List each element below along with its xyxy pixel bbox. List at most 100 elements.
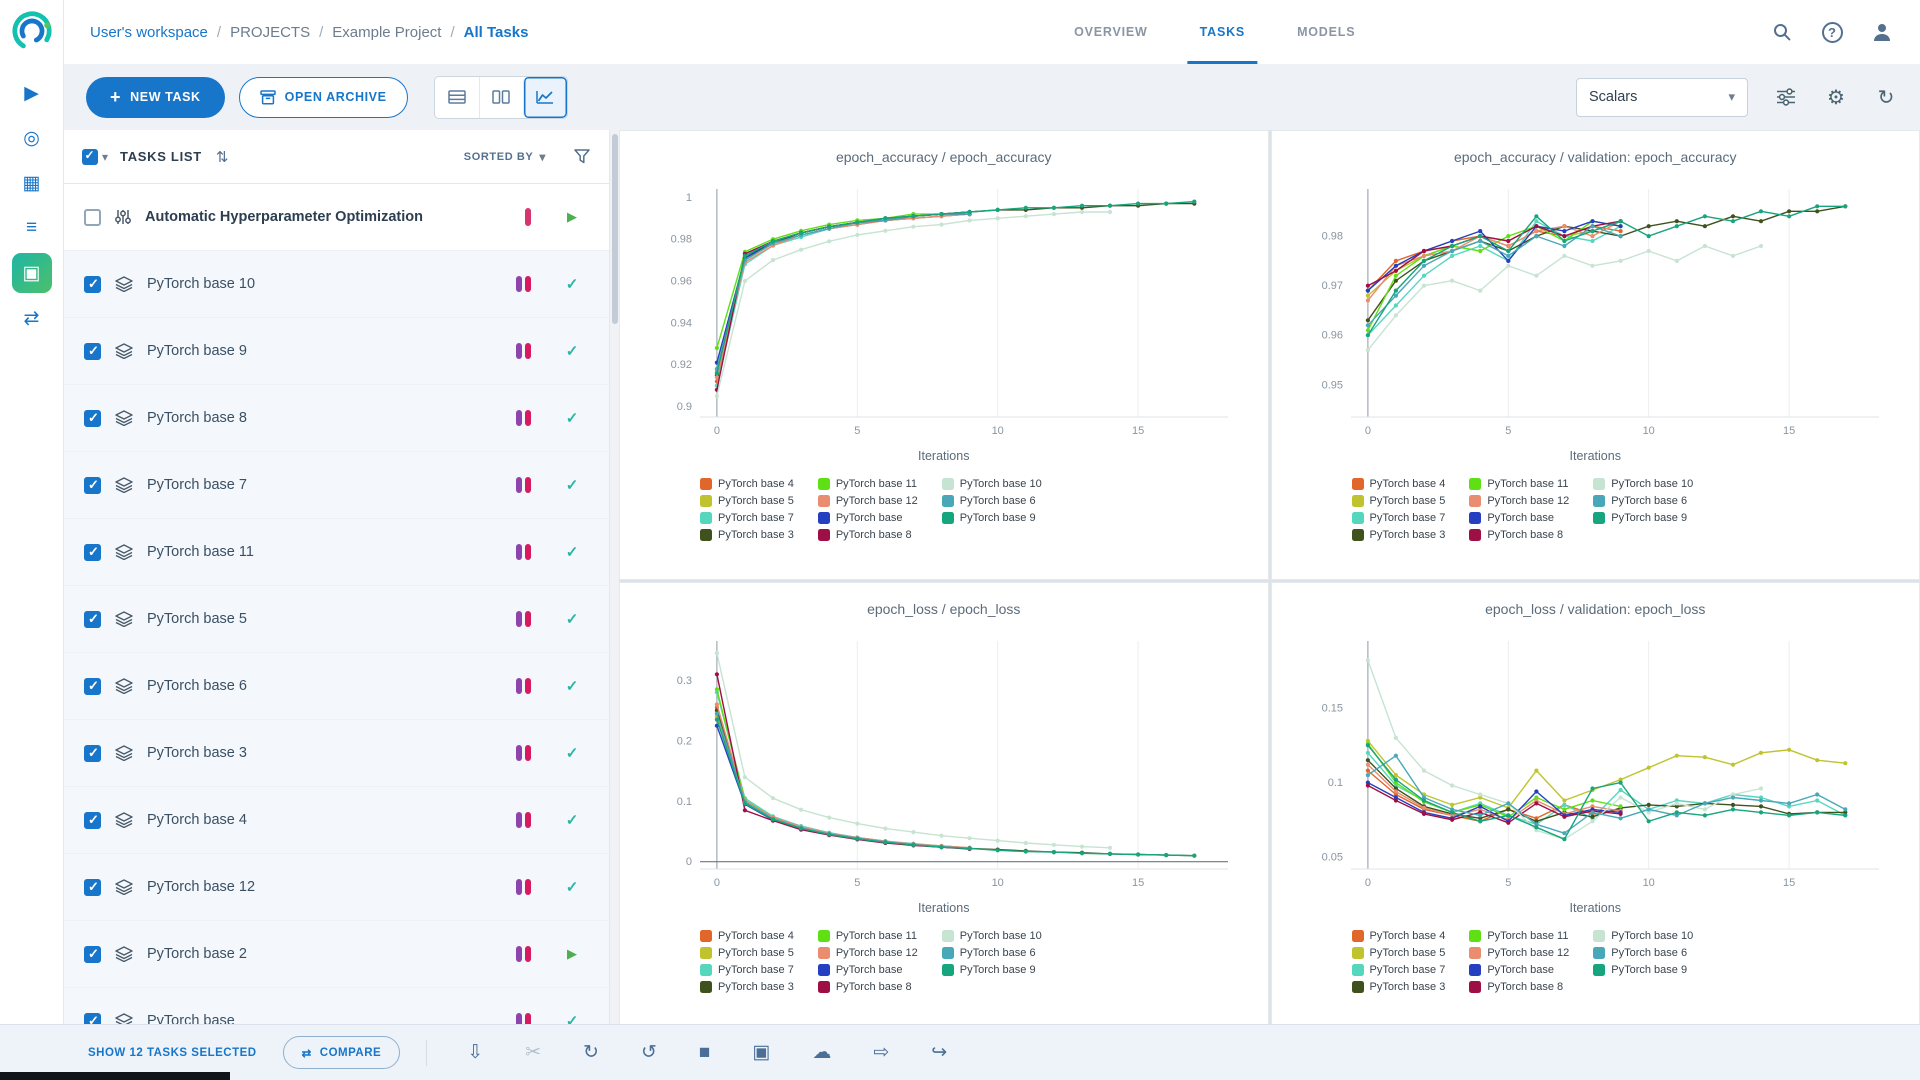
legend-item[interactable]: PyTorch base 3 <box>1351 526 1445 543</box>
task-row[interactable]: Automatic Hyperparameter Optimization ▶ <box>64 184 609 251</box>
legend-item[interactable]: PyTorch base 8 <box>1469 978 1569 995</box>
publish-icon[interactable]: ☁ <box>812 1041 831 1064</box>
legend-item[interactable]: PyTorch base 7 <box>1351 961 1445 978</box>
settings-gear-icon[interactable]: ⚙ <box>1824 85 1848 109</box>
chart-plot[interactable]: 0 5 10 15 0.95 0.96 0.97 0.98 <box>1295 177 1895 447</box>
legend-item[interactable]: PyTorch base 10 <box>1593 927 1693 944</box>
task-checkbox[interactable] <box>84 1012 101 1024</box>
legend-item[interactable]: PyTorch base <box>817 961 918 978</box>
dashboard-icon[interactable]: ◎ <box>12 118 52 158</box>
abort-icon[interactable]: ■ <box>699 1042 710 1064</box>
legend-item[interactable]: PyTorch base 8 <box>817 978 918 995</box>
reports-icon[interactable]: ▦ <box>12 163 52 203</box>
task-checkbox[interactable] <box>84 409 101 427</box>
legend-item[interactable]: PyTorch base 6 <box>941 492 1042 509</box>
task-row[interactable]: PyTorch base 9 ✓ <box>64 318 609 385</box>
legend-item[interactable]: PyTorch base 11 <box>817 475 918 492</box>
breadcrumb-item[interactable]: User's workspace <box>90 24 208 41</box>
legend-item[interactable]: PyTorch base 10 <box>941 475 1042 492</box>
legend-item[interactable]: PyTorch base <box>1469 961 1569 978</box>
new-task-button[interactable]: + NEW TASK <box>86 76 225 118</box>
user-avatar[interactable] <box>1870 20 1894 44</box>
breadcrumb-item[interactable]: All Tasks <box>464 24 529 41</box>
chart-plot[interactable]: 0 5 10 15 0.9 0.92 0.94 0.96 0.98 1 <box>644 177 1244 447</box>
task-row[interactable]: PyTorch base 3 ✓ <box>64 720 609 787</box>
task-checkbox[interactable] <box>84 342 101 360</box>
scrollbar-thumb[interactable] <box>612 134 618 324</box>
legend-item[interactable]: PyTorch base 3 <box>700 978 794 995</box>
chart-plot[interactable]: 0 5 10 15 0.05 0.1 0.15 <box>1295 629 1895 899</box>
filter-icon[interactable] <box>574 149 591 164</box>
legend-item[interactable]: PyTorch base 3 <box>1351 978 1445 995</box>
legend-item[interactable]: PyTorch base 12 <box>1469 492 1569 509</box>
task-row[interactable]: PyTorch base 12 ✓ <box>64 854 609 921</box>
legend-item[interactable]: PyTorch base 7 <box>700 509 794 526</box>
legend-item[interactable]: PyTorch base 8 <box>817 526 918 543</box>
open-archive-button[interactable]: OPEN ARCHIVE <box>238 76 408 118</box>
task-checkbox[interactable] <box>84 208 101 226</box>
metric-variant-select[interactable]: Scalars ▾ <box>1576 77 1748 117</box>
legend-item[interactable]: PyTorch base 12 <box>1469 944 1569 961</box>
task-row[interactable]: PyTorch base 4 ✓ <box>64 787 609 854</box>
task-row[interactable]: PyTorch base 7 ✓ <box>64 452 609 519</box>
pipelines-icon[interactable]: ⇄ <box>12 298 52 338</box>
legend-item[interactable]: PyTorch base 12 <box>817 944 918 961</box>
task-row[interactable]: PyTorch base 10 ✓ <box>64 251 609 318</box>
graph-settings-icon[interactable] <box>1774 85 1798 109</box>
getting-started-icon[interactable]: ▶ <box>12 73 52 113</box>
legend-item[interactable]: PyTorch base 11 <box>1469 475 1569 492</box>
legend-item[interactable]: PyTorch base 9 <box>941 509 1042 526</box>
select-all-control[interactable]: ▾ <box>82 148 108 165</box>
task-checkbox[interactable] <box>84 677 101 695</box>
auto-refresh-icon[interactable]: ↻ <box>1874 85 1898 109</box>
task-row[interactable]: PyTorch base 8 ✓ <box>64 385 609 452</box>
legend-item[interactable]: PyTorch base 5 <box>700 492 794 509</box>
legend-item[interactable]: PyTorch base 6 <box>1593 492 1693 509</box>
task-checkbox[interactable] <box>84 744 101 762</box>
datasets-icon[interactable]: ≡ <box>12 208 52 248</box>
legend-item[interactable]: PyTorch base 6 <box>941 944 1042 961</box>
legend-item[interactable]: PyTorch base 5 <box>1351 944 1445 961</box>
legend-item[interactable]: PyTorch base 9 <box>941 961 1042 978</box>
legend-item[interactable]: PyTorch base 12 <box>817 492 918 509</box>
legend-item[interactable]: PyTorch base 7 <box>700 961 794 978</box>
tasks-scrollbar[interactable] <box>609 130 619 1024</box>
task-row[interactable]: PyTorch base 5 ✓ <box>64 586 609 653</box>
projects-icon[interactable]: ▣ <box>11 253 52 293</box>
select-all-checkbox[interactable] <box>82 148 98 165</box>
tab-tasks[interactable]: TASKS <box>1174 0 1271 64</box>
chart-plot[interactable]: 0 5 10 15 0 0.1 0.2 0.3 <box>644 629 1244 899</box>
task-checkbox[interactable] <box>84 543 101 561</box>
clearml-logo[interactable] <box>11 10 53 52</box>
task-checkbox[interactable] <box>84 476 101 494</box>
task-row[interactable]: PyTorch base 11 ✓ <box>64 519 609 586</box>
legend-item[interactable]: PyTorch base 9 <box>1593 961 1693 978</box>
task-checkbox[interactable] <box>84 945 101 963</box>
help-icon[interactable]: ? <box>1820 20 1844 44</box>
legend-item[interactable]: PyTorch base 5 <box>1351 492 1445 509</box>
task-checkbox[interactable] <box>84 878 101 896</box>
legend-item[interactable]: PyTorch base <box>817 509 918 526</box>
task-checkbox[interactable] <box>84 275 101 293</box>
enqueue-icon[interactable]: ⇨ <box>873 1041 889 1064</box>
task-checkbox[interactable] <box>84 610 101 628</box>
table-view-button[interactable] <box>435 77 479 118</box>
legend-item[interactable]: PyTorch base 4 <box>700 927 794 944</box>
tab-models[interactable]: MODELS <box>1271 0 1381 64</box>
card-view-settings-icon[interactable]: ⇅ <box>216 148 229 166</box>
legend-item[interactable]: PyTorch base 6 <box>1593 944 1693 961</box>
task-checkbox[interactable] <box>84 811 101 829</box>
split-view-button[interactable] <box>478 76 523 118</box>
archive-icon[interactable]: ⇩ <box>467 1041 483 1064</box>
move-to-project-icon[interactable]: ↪ <box>931 1041 947 1064</box>
legend-item[interactable]: PyTorch base 8 <box>1469 526 1569 543</box>
legend-item[interactable]: PyTorch base 4 <box>700 475 794 492</box>
legend-item[interactable]: PyTorch base 11 <box>1469 927 1569 944</box>
breadcrumb-item[interactable]: Example Project <box>332 24 441 41</box>
legend-item[interactable]: PyTorch base 11 <box>817 927 918 944</box>
task-row[interactable]: PyTorch base 6 ✓ <box>64 653 609 720</box>
legend-item[interactable]: PyTorch base 7 <box>1351 509 1445 526</box>
retry-icon[interactable]: ↻ <box>583 1041 599 1064</box>
legend-item[interactable]: PyTorch base 4 <box>1351 927 1445 944</box>
task-row[interactable]: PyTorch base 2 ▶ <box>64 921 609 988</box>
